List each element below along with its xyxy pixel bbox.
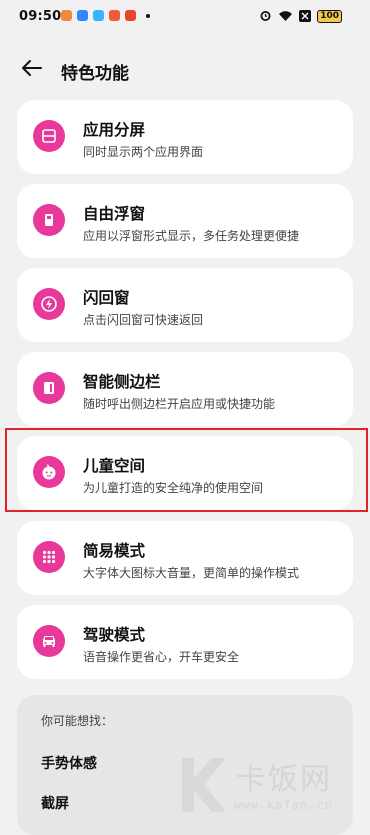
card-subtitle: 随时呼出侧边栏开启应用或快捷功能 bbox=[83, 397, 276, 411]
card-title: 应用分屏 bbox=[83, 121, 146, 139]
card-subtitle: 点击闪回窗可快速返回 bbox=[83, 313, 204, 327]
arrow-left-icon bbox=[22, 60, 42, 76]
card-title: 简易模式 bbox=[83, 542, 146, 560]
floating-window-icon bbox=[33, 204, 65, 236]
app-notification-icon bbox=[109, 10, 120, 21]
feature-card-flashback[interactable]: 闪回窗 点击闪回窗可快速返回 bbox=[17, 268, 353, 342]
suggestions-heading: 你可能想找： bbox=[41, 714, 114, 728]
battery-indicator: 100 bbox=[317, 10, 342, 23]
card-subtitle: 同时显示两个应用界面 bbox=[83, 145, 204, 159]
status-time: 09:50 bbox=[19, 9, 62, 24]
app-notification-icon bbox=[61, 10, 72, 21]
back-button[interactable] bbox=[20, 56, 46, 82]
card-title: 闪回窗 bbox=[83, 289, 130, 307]
page-title: 特色功能 bbox=[61, 64, 129, 84]
split-screen-icon bbox=[33, 120, 65, 152]
suggestion-item[interactable]: 手势体感 bbox=[41, 753, 97, 773]
feature-card-split-screen[interactable]: 应用分屏 同时显示两个应用界面 bbox=[17, 100, 353, 174]
suggestion-item[interactable]: 截屏 bbox=[41, 793, 69, 813]
card-subtitle: 语音操作更省心，开车更安全 bbox=[83, 650, 240, 664]
page-header: 特色功能 bbox=[0, 50, 370, 90]
watermark-text: 卡饭网 bbox=[236, 762, 332, 797]
app-notification-icon bbox=[93, 10, 104, 21]
status-bar: 09:50 100 bbox=[0, 0, 370, 34]
notification-icons bbox=[61, 10, 150, 21]
highlight-annotation bbox=[5, 428, 368, 512]
feature-card-floating-window[interactable]: 自由浮窗 应用以浮窗形式显示，多任务处理更便捷 bbox=[17, 184, 353, 258]
card-subtitle: 应用以浮窗形式显示，多任务处理更便捷 bbox=[83, 229, 300, 243]
watermark: 卡饭网 www.kafan.cn bbox=[174, 752, 364, 822]
feature-card-driving-mode[interactable]: 驾驶模式 语音操作更省心，开车更安全 bbox=[17, 605, 353, 679]
card-title: 智能侧边栏 bbox=[83, 373, 161, 391]
alarm-icon bbox=[259, 9, 272, 24]
card-title: 自由浮窗 bbox=[83, 205, 146, 223]
status-indicators: 100 bbox=[259, 9, 342, 24]
card-title: 驾驶模式 bbox=[83, 626, 146, 644]
no-sim-icon bbox=[299, 9, 312, 24]
feature-card-smart-sidebar[interactable]: 智能侧边栏 随时呼出侧边栏开启应用或快捷功能 bbox=[17, 352, 353, 426]
more-notifications-icon bbox=[146, 13, 150, 18]
app-notification-icon bbox=[125, 10, 136, 21]
watermark-url: www.kafan.cn bbox=[234, 798, 333, 812]
sidebar-icon bbox=[33, 372, 65, 404]
car-icon bbox=[33, 625, 65, 657]
grid-dots-icon bbox=[33, 541, 65, 573]
feature-card-simple-mode[interactable]: 简易模式 大字体大图标大音量，更简单的操作模式 bbox=[17, 521, 353, 595]
watermark-logo-icon bbox=[182, 758, 226, 812]
wifi-icon bbox=[278, 10, 293, 24]
card-subtitle: 大字体大图标大音量，更简单的操作模式 bbox=[83, 566, 300, 580]
app-notification-icon bbox=[77, 10, 88, 21]
flashback-icon bbox=[33, 288, 65, 320]
